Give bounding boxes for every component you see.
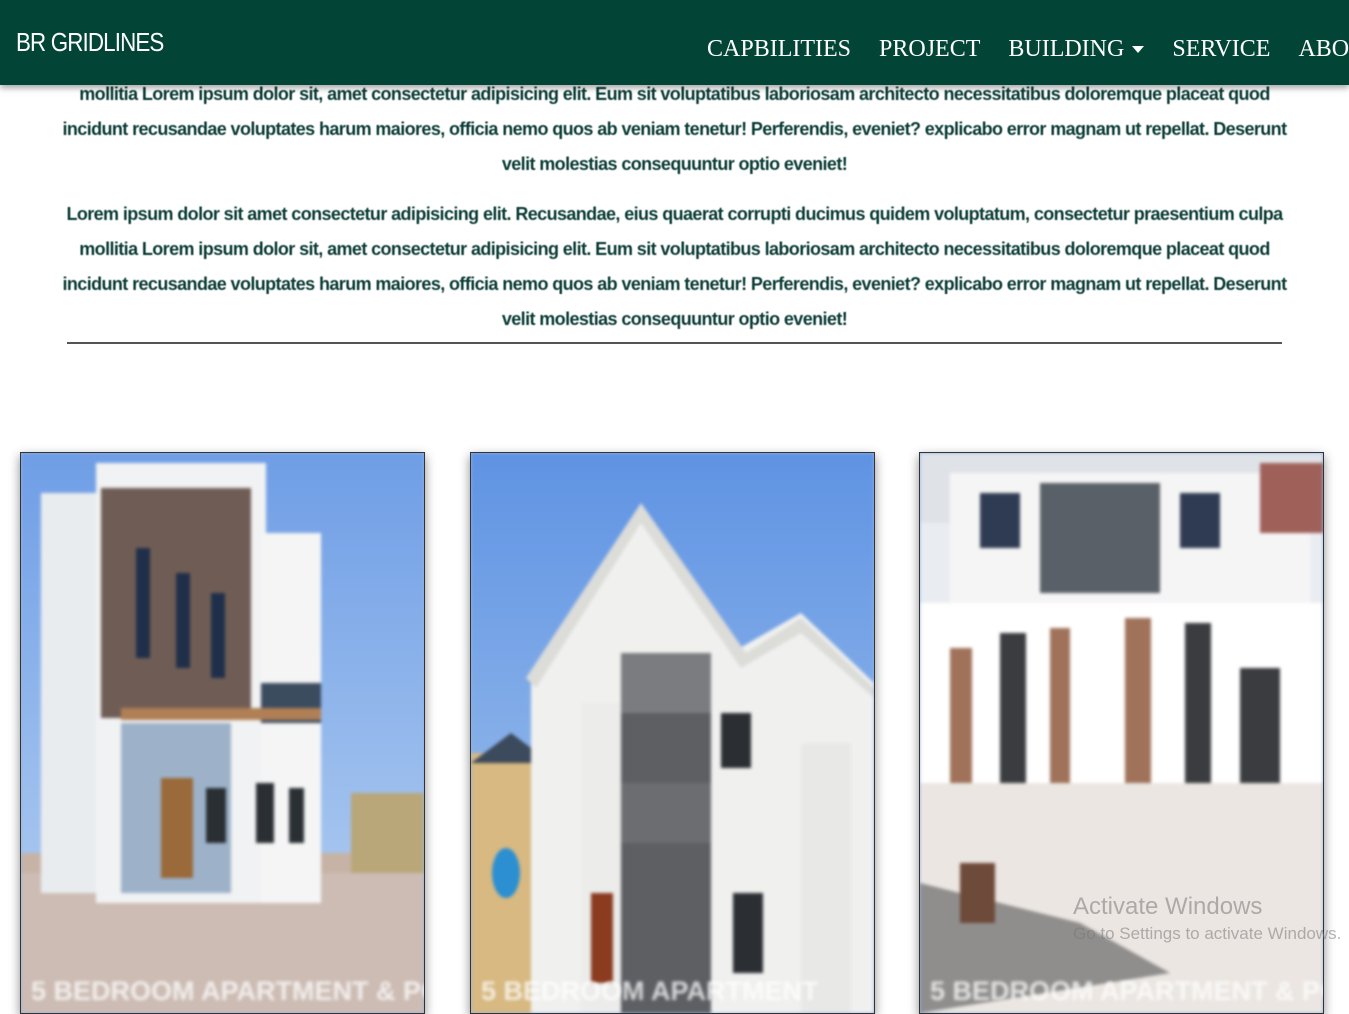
- project-card[interactable]: 5 BEDROOM APARTMENT & POOL: [20, 452, 425, 1014]
- activate-windows-watermark: Activate Windows Go to Settings to activ…: [1073, 892, 1341, 946]
- section-divider: [67, 342, 1282, 344]
- nav-item-label: BUILDING: [1008, 36, 1125, 62]
- top-navbar: BR GRIDLINES CAPBILITIES PROJECT BUILDIN…: [0, 0, 1349, 85]
- nav-item-label: SERVICE: [1172, 36, 1271, 62]
- card-caption: 5 BEDROOM APARTMENT: [481, 976, 819, 1006]
- watermark-subtitle: Go to Settings to activate Windows.: [1073, 924, 1342, 943]
- nav-item-label: ABOUT: [1298, 36, 1349, 62]
- nav-links: CAPBILITIES PROJECT BUILDING SERVICE ABO…: [707, 36, 1349, 63]
- intro-paragraph: Lorem ipsum dolor sit amet consectetur a…: [62, 204, 1288, 329]
- project-card[interactable]: 5 BEDROOM APARTMENT: [470, 452, 875, 1014]
- nav-item-label: PROJECT: [879, 36, 981, 62]
- caret-down-icon: [1132, 46, 1145, 53]
- nav-item-building-dropdown[interactable]: BUILDING: [1008, 36, 1145, 63]
- nav-item-project[interactable]: PROJECT: [879, 36, 980, 63]
- watermark-title: Activate Windows: [1073, 893, 1263, 920]
- project-photo: [471, 453, 874, 1013]
- nav-item-service[interactable]: SERVICE: [1172, 36, 1270, 63]
- brand-logo[interactable]: BR GRIDLINES: [16, 27, 164, 58]
- project-photo: [21, 453, 424, 1013]
- card-caption: 5 BEDROOM APARTMENT & POOL: [31, 976, 424, 1006]
- nav-item-capbilities[interactable]: CAPBILITIES: [707, 36, 851, 63]
- nav-item-about[interactable]: ABOUT: [1298, 36, 1349, 63]
- card-caption: 5 BEDROOM APARTMENT & POOL: [930, 976, 1323, 1006]
- nav-item-label: CAPBILITIES: [707, 36, 851, 62]
